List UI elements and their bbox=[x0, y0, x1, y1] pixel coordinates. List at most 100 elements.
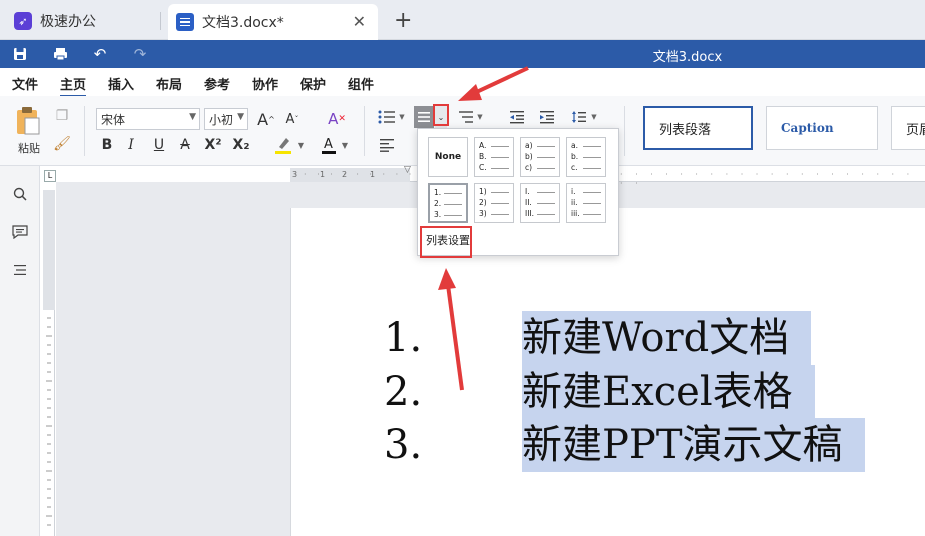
superscript-button[interactable]: X² bbox=[202, 134, 224, 156]
vertical-ruler[interactable] bbox=[43, 190, 55, 536]
clear-format-icon[interactable]: A ✕ bbox=[326, 108, 348, 130]
numbering-option-selected[interactable]: 1. 2. 3. bbox=[428, 183, 468, 223]
font-color-icon[interactable]: A bbox=[318, 134, 340, 156]
ruler-mark: 3 bbox=[292, 170, 298, 179]
menu-collaborate[interactable]: 协作 bbox=[252, 74, 278, 93]
list-number: 1. bbox=[384, 315, 423, 361]
chevron-down-icon[interactable]: ▼ bbox=[398, 106, 406, 128]
option-label: c) bbox=[525, 163, 533, 172]
document-icon bbox=[176, 13, 194, 31]
comment-icon[interactable] bbox=[10, 222, 30, 242]
list-text: 新建Word文档 bbox=[522, 311, 812, 365]
numbering-option[interactable]: a) b) c) bbox=[520, 137, 560, 177]
option-line bbox=[491, 157, 509, 158]
tab-stop-selector[interactable]: L bbox=[44, 170, 56, 182]
bullet-list-icon[interactable] bbox=[376, 106, 398, 128]
list-text: 新建Excel表格 bbox=[522, 365, 815, 419]
option-line bbox=[491, 146, 509, 147]
option-label: 3) bbox=[479, 209, 487, 218]
style-list-paragraph[interactable]: 列表段落 bbox=[643, 106, 753, 150]
option-label: II. bbox=[525, 198, 532, 207]
title-bar: ↶ ↷ 文档3.docx bbox=[0, 40, 925, 68]
option-label: ii. bbox=[571, 198, 578, 207]
menu-references[interactable]: 参考 bbox=[204, 74, 230, 93]
option-line bbox=[444, 215, 462, 216]
option-line bbox=[583, 157, 601, 158]
document-title: 文档3.docx bbox=[652, 50, 723, 65]
search-icon[interactable] bbox=[10, 184, 30, 204]
shrink-font-button[interactable]: Aˇ bbox=[282, 108, 302, 130]
left-sidebar bbox=[0, 166, 40, 536]
numbered-list-icon[interactable] bbox=[414, 106, 434, 128]
chevron-down-icon[interactable]: ▼ bbox=[476, 106, 484, 128]
tab-document[interactable]: 文档3.docx* ✕ bbox=[168, 4, 378, 40]
paste-icon[interactable] bbox=[14, 106, 42, 136]
underline-button[interactable]: U bbox=[150, 134, 168, 156]
option-label: I. bbox=[525, 187, 530, 196]
numbering-option[interactable]: i. ii. iii. bbox=[566, 183, 606, 223]
numbering-option[interactable]: I. II. III. bbox=[520, 183, 560, 223]
menu-components[interactable]: 组件 bbox=[348, 74, 374, 93]
option-label: C. bbox=[479, 163, 487, 172]
font-size-select[interactable]: 小初 ▼ bbox=[204, 108, 248, 130]
bold-button[interactable]: B bbox=[98, 134, 116, 156]
italic-button[interactable]: I bbox=[122, 134, 140, 156]
option-label: b. bbox=[571, 152, 579, 161]
align-left-icon[interactable] bbox=[376, 134, 398, 156]
subscript-button[interactable]: X₂ bbox=[230, 134, 252, 156]
list-number: 3. bbox=[384, 422, 423, 468]
highlight-icon[interactable] bbox=[272, 134, 294, 156]
tab-home-label: 极速办公 bbox=[40, 14, 96, 30]
ruler-mark: 1 bbox=[370, 170, 376, 179]
close-icon[interactable]: ✕ bbox=[353, 12, 366, 31]
option-line bbox=[583, 214, 601, 215]
list-number: 2. bbox=[384, 369, 423, 415]
indent-marker[interactable]: ▽ bbox=[404, 165, 411, 175]
menu-layout[interactable]: 布局 bbox=[156, 74, 182, 93]
numbering-none-option[interactable]: None bbox=[428, 137, 468, 177]
new-tab-button[interactable]: + bbox=[394, 8, 412, 33]
numbering-option[interactable]: A. B. C. bbox=[474, 137, 514, 177]
option-line bbox=[491, 192, 509, 193]
list-settings-button[interactable]: 列表设置 bbox=[420, 226, 472, 258]
line-spacing-icon[interactable] bbox=[568, 106, 590, 128]
chevron-down-icon[interactable]: ▼ bbox=[296, 134, 306, 156]
chevron-down-icon[interactable]: ▼ bbox=[590, 106, 598, 128]
chevron-down-icon[interactable]: ▼ bbox=[340, 134, 350, 156]
increase-indent-icon[interactable] bbox=[536, 106, 558, 128]
option-label: a) bbox=[525, 141, 533, 150]
menu-insert[interactable]: 插入 bbox=[108, 74, 134, 93]
option-line bbox=[537, 203, 555, 204]
option-label: iii. bbox=[571, 209, 580, 218]
divider bbox=[624, 106, 625, 156]
ruler-ticks: · · · · · · · · · · · · · · · · · · · · … bbox=[620, 170, 915, 188]
numbering-option[interactable]: 1) 2) 3) bbox=[474, 183, 514, 223]
grow-font-button[interactable]: A ^ bbox=[256, 108, 276, 130]
option-line bbox=[537, 214, 555, 215]
list-text: 新建PPT演示文稿 bbox=[522, 418, 865, 472]
option-line bbox=[444, 193, 462, 194]
multilevel-list-icon[interactable] bbox=[456, 106, 478, 128]
tab-document-label: 文档3.docx* bbox=[202, 15, 284, 31]
strikethrough-button[interactable]: A bbox=[176, 134, 194, 156]
menu-file[interactable]: 文件 bbox=[12, 74, 38, 93]
shrink-font-label: A bbox=[285, 111, 295, 127]
option-line bbox=[537, 146, 555, 147]
format-painter-icon[interactable]: 🖌 bbox=[53, 136, 71, 152]
option-line bbox=[491, 214, 509, 215]
decrease-indent-icon[interactable] bbox=[506, 106, 528, 128]
numbering-option[interactable]: a. b. c. bbox=[566, 137, 606, 177]
menu-protect[interactable]: 保护 bbox=[300, 74, 326, 93]
tab-home[interactable]: ➶ 极速办公 bbox=[6, 4, 160, 38]
option-line bbox=[583, 203, 601, 204]
menu-home[interactable]: 主页 bbox=[60, 74, 87, 98]
navigation-icon[interactable] bbox=[10, 260, 30, 280]
copy-icon[interactable]: ❐ bbox=[54, 108, 70, 124]
option-label: c. bbox=[571, 163, 578, 172]
ruler-mark: 1 bbox=[320, 170, 326, 179]
option-label: i. bbox=[571, 187, 576, 196]
option-line bbox=[444, 204, 462, 205]
style-caption[interactable]: Caption bbox=[766, 106, 878, 150]
style-header[interactable]: 页眉 bbox=[891, 106, 925, 150]
font-name-select[interactable]: 宋体 ▼ bbox=[96, 108, 200, 130]
